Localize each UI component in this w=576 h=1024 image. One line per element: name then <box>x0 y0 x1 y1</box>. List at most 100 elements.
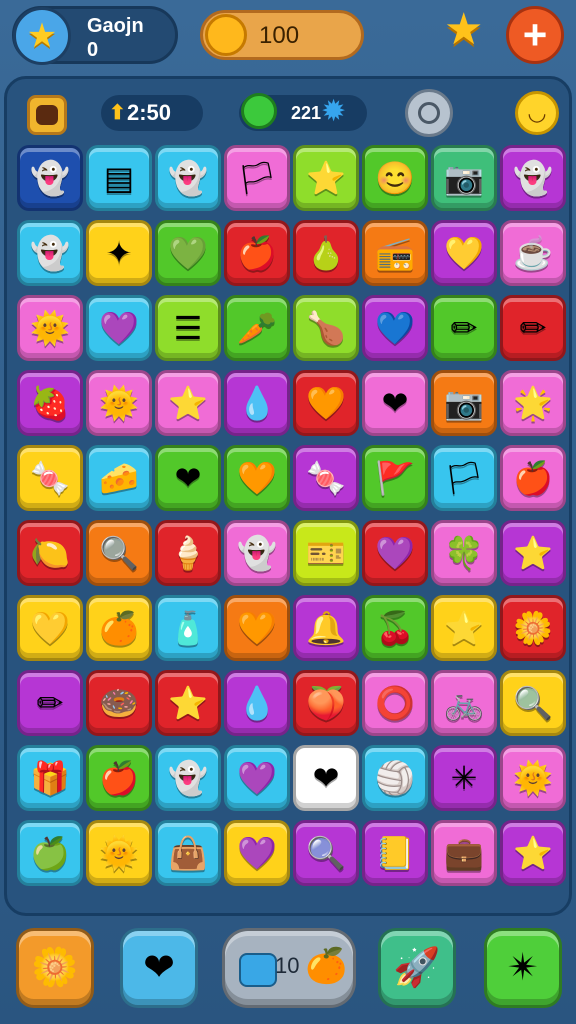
tile-r0-c5[interactable]: 😊 <box>362 145 428 211</box>
tile-r4-c0[interactable]: 🍬 <box>17 445 83 511</box>
tile-r1-c6[interactable]: 💛 <box>431 220 497 286</box>
tile-r9-c3[interactable]: 💜 <box>224 820 290 886</box>
heart-leaf-icon: 💛 <box>30 610 70 646</box>
tile-r6-c2[interactable]: 🧴 <box>155 595 221 661</box>
tile-r3-c2[interactable]: ⭐ <box>155 370 221 436</box>
tile-r0-c0[interactable]: 👻 <box>17 145 83 211</box>
booster-heart-button[interactable]: ❤ <box>120 928 198 1008</box>
tile-r7-c7[interactable]: 🔍 <box>500 670 566 736</box>
tile-r1-c4[interactable]: 🍐 <box>293 220 359 286</box>
tile-r7-c2[interactable]: ⭐ <box>155 670 221 736</box>
tile-r6-c4[interactable]: 🔔 <box>293 595 359 661</box>
tile-r2-c0[interactable]: 🌞 <box>17 295 83 361</box>
cherry-icon: 🍏 <box>30 835 70 871</box>
tile-r4-c1[interactable]: 🧀 <box>86 445 152 511</box>
tile-r1-c3[interactable]: 🍎 <box>224 220 290 286</box>
tile-r3-c4[interactable]: 🧡 <box>293 370 359 436</box>
tile-r4-c3[interactable]: 🧡 <box>224 445 290 511</box>
tile-r2-c3[interactable]: 🥕 <box>224 295 290 361</box>
radio-icon: 📻 <box>375 235 415 271</box>
tile-r7-c5[interactable]: ⭕ <box>362 670 428 736</box>
tile-r8-c5[interactable]: 🏐 <box>362 745 428 811</box>
tile-r7-c1[interactable]: 🍩 <box>86 670 152 736</box>
tile-r6-c1[interactable]: 🍊 <box>86 595 152 661</box>
tile-r9-c7[interactable]: ⭐ <box>500 820 566 886</box>
player-profile[interactable]: ★ Gaojn 0 <box>12 6 178 65</box>
booster-shuffle-button[interactable]: ✴ <box>484 928 562 1008</box>
tile-r7-c0[interactable]: ✏ <box>17 670 83 736</box>
tile-r2-c7[interactable]: ✏ <box>500 295 566 361</box>
gift-icon: 🎁 <box>30 760 70 796</box>
add-coins-button[interactable]: + <box>506 6 564 64</box>
tile-r5-c2[interactable]: 🍦 <box>155 520 221 586</box>
tile-r5-c7[interactable]: ⭐ <box>500 520 566 586</box>
tile-r2-c2[interactable]: ☰ <box>155 295 221 361</box>
tile-r9-c4[interactable]: 🔍 <box>293 820 359 886</box>
tile-r1-c0[interactable]: 👻 <box>17 220 83 286</box>
tile-r8-c7[interactable]: 🌞 <box>500 745 566 811</box>
tile-r3-c7[interactable]: 🌟 <box>500 370 566 436</box>
gear-icon[interactable]: ✹ <box>321 97 346 127</box>
tile-r2-c4[interactable]: 🍗 <box>293 295 359 361</box>
chest-icon[interactable] <box>27 95 67 135</box>
tile-r4-c7[interactable]: 🍎 <box>500 445 566 511</box>
tile-r7-c6[interactable]: 🚲 <box>431 670 497 736</box>
tile-r0-c6[interactable]: 📷 <box>431 145 497 211</box>
tile-r9-c6[interactable]: 💼 <box>431 820 497 886</box>
tile-r4-c4[interactable]: 🍬 <box>293 445 359 511</box>
tile-r8-c3[interactable]: 💜 <box>224 745 290 811</box>
tile-r5-c4[interactable]: 🎫 <box>293 520 359 586</box>
tile-r0-c2[interactable]: 👻 <box>155 145 221 211</box>
tile-r2-c1[interactable]: 💜 <box>86 295 152 361</box>
tile-r6-c7[interactable]: 🌼 <box>500 595 566 661</box>
booster-flower-button[interactable]: 🌼 <box>16 928 94 1008</box>
tile-r4-c5[interactable]: 🚩 <box>362 445 428 511</box>
tile-r3-c6[interactable]: 📷 <box>431 370 497 436</box>
tile-r8-c1[interactable]: 🍎 <box>86 745 152 811</box>
tile-r2-c5[interactable]: 💙 <box>362 295 428 361</box>
heart-icon: 🧡 <box>237 610 277 646</box>
tile-r5-c0[interactable]: 🍋 <box>17 520 83 586</box>
tile-r4-c6[interactable]: 🏳 <box>431 445 497 511</box>
tile-r1-c5[interactable]: 📻 <box>362 220 428 286</box>
tile-r0-c3[interactable]: 🏳 <box>224 145 290 211</box>
booster-rocket-button[interactable]: 🚀 <box>378 928 456 1008</box>
booster-counter-button[interactable]: 10 🍊 <box>222 928 356 1008</box>
tile-r9-c5[interactable]: 📒 <box>362 820 428 886</box>
pencil-icon: ✏ <box>519 310 547 346</box>
tile-r6-c3[interactable]: 🧡 <box>224 595 290 661</box>
tile-r3-c3[interactable]: 💧 <box>224 370 290 436</box>
tile-r3-c5[interactable]: ❤ <box>362 370 428 436</box>
tile-r5-c1[interactable]: 🔍 <box>86 520 152 586</box>
tile-r3-c0[interactable]: 🍓 <box>17 370 83 436</box>
tile-r8-c0[interactable]: 🎁 <box>17 745 83 811</box>
tile-r1-c2[interactable]: 💚 <box>155 220 221 286</box>
tile-r2-c6[interactable]: ✏ <box>431 295 497 361</box>
tile-r7-c4[interactable]: 🍑 <box>293 670 359 736</box>
tile-r7-c3[interactable]: 💧 <box>224 670 290 736</box>
tile-r5-c3[interactable]: 👻 <box>224 520 290 586</box>
tile-r8-c2[interactable]: 👻 <box>155 745 221 811</box>
tile-r9-c0[interactable]: 🍏 <box>17 820 83 886</box>
tile-r3-c1[interactable]: 🌞 <box>86 370 152 436</box>
tile-r5-c5[interactable]: 💜 <box>362 520 428 586</box>
tile-r6-c0[interactable]: 💛 <box>17 595 83 661</box>
timer-button[interactable] <box>405 89 453 137</box>
tile-r9-c2[interactable]: 👜 <box>155 820 221 886</box>
tile-r5-c6[interactable]: 🍀 <box>431 520 497 586</box>
tile-r6-c6[interactable]: ⭐ <box>431 595 497 661</box>
tile-r0-c7[interactable]: 👻 <box>500 145 566 211</box>
tile-r9-c1[interactable]: 🌞 <box>86 820 152 886</box>
magnifier-icon: 🔍 <box>306 835 346 871</box>
tile-r0-c4[interactable]: ⭐ <box>293 145 359 211</box>
tile-r1-c1[interactable]: ✦ <box>86 220 152 286</box>
tile-r1-c7[interactable]: ☕ <box>500 220 566 286</box>
coin-icon <box>205 14 247 56</box>
tile-r0-c1[interactable]: ▤ <box>86 145 152 211</box>
tile-r4-c2[interactable]: ❤ <box>155 445 221 511</box>
smiley-button[interactable]: ◡ <box>515 91 559 135</box>
tile-r8-c4[interactable]: ❤ <box>293 745 359 811</box>
star-icon[interactable]: ★ <box>444 8 483 52</box>
tile-r6-c5[interactable]: 🍒 <box>362 595 428 661</box>
tile-r8-c6[interactable]: ✳ <box>431 745 497 811</box>
